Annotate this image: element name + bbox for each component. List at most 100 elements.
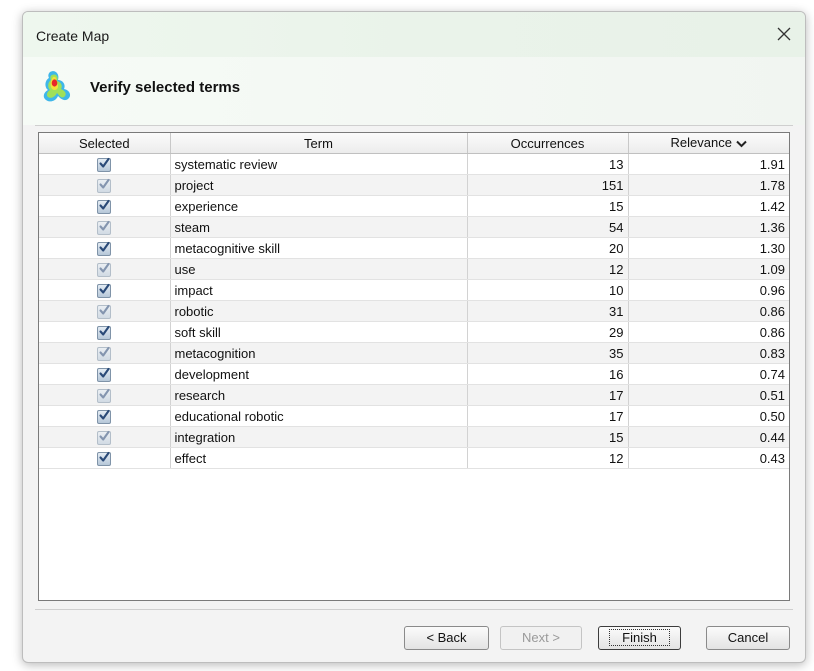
occurrences-cell: 15	[467, 195, 629, 217]
relevance-cell: 1.09	[628, 258, 789, 280]
table-row[interactable]: steam 54 1.36	[39, 216, 789, 238]
relevance-cell: 0.50	[628, 405, 789, 427]
relevance-cell: 0.83	[628, 342, 789, 364]
title-bar: Create Map	[23, 12, 805, 57]
table-row[interactable]: use 12 1.09	[39, 258, 789, 280]
checkbox-checked-icon[interactable]	[97, 430, 112, 445]
selected-cell[interactable]	[39, 426, 171, 448]
checkbox-checked-icon[interactable]	[97, 199, 112, 214]
term-cell: integration	[170, 426, 468, 448]
column-header-term[interactable]: Term	[170, 133, 468, 154]
table-row[interactable]: research 17 0.51	[39, 384, 789, 406]
checkbox-checked-icon[interactable]	[97, 367, 112, 382]
table-row[interactable]: metacognition 35 0.83	[39, 342, 789, 364]
term-cell: project	[170, 174, 468, 196]
occurrences-cell: 29	[467, 321, 629, 343]
relevance-cell: 1.30	[628, 237, 789, 259]
checkbox-checked-icon[interactable]	[97, 283, 112, 298]
relevance-cell: 1.78	[628, 174, 789, 196]
checkbox-checked-icon[interactable]	[97, 220, 112, 235]
relevance-cell: 1.36	[628, 216, 789, 238]
occurrences-cell: 20	[467, 237, 629, 259]
relevance-cell: 0.44	[628, 426, 789, 448]
vosviewer-map-icon	[40, 68, 76, 106]
column-header-relevance[interactable]: Relevance	[628, 133, 789, 154]
cancel-button[interactable]: Cancel	[706, 626, 790, 650]
selected-cell[interactable]	[39, 216, 171, 238]
finish-button-label: Finish	[609, 629, 670, 646]
column-header-selected[interactable]: Selected	[39, 133, 171, 154]
checkbox-checked-icon[interactable]	[97, 451, 112, 466]
column-header-occurrences[interactable]: Occurrences	[467, 133, 629, 154]
wizard-header: Verify selected terms	[23, 57, 805, 125]
table-row[interactable]: educational robotic 17 0.50	[39, 405, 789, 427]
table-row[interactable]: metacognitive skill 20 1.30	[39, 237, 789, 259]
term-cell: experience	[170, 195, 468, 217]
term-cell: robotic	[170, 300, 468, 322]
occurrences-cell: 35	[467, 342, 629, 364]
checkbox-checked-icon[interactable]	[97, 304, 112, 319]
checkbox-checked-icon[interactable]	[97, 262, 112, 277]
header-divider	[35, 125, 793, 126]
table-row[interactable]: impact 10 0.96	[39, 279, 789, 301]
selected-cell[interactable]	[39, 342, 171, 364]
occurrences-cell: 12	[467, 258, 629, 280]
term-cell: research	[170, 384, 468, 406]
occurrences-cell: 15	[467, 426, 629, 448]
term-cell: metacognition	[170, 342, 468, 364]
table-row[interactable]: project 151 1.78	[39, 174, 789, 196]
occurrences-cell: 17	[467, 405, 629, 427]
checkbox-checked-icon[interactable]	[97, 346, 112, 361]
table-row[interactable]: soft skill 29 0.86	[39, 321, 789, 343]
terms-table: Selected Term Occurrences Relevance syst…	[39, 133, 789, 469]
checkbox-checked-icon[interactable]	[97, 157, 112, 172]
selected-cell[interactable]	[39, 258, 171, 280]
occurrences-cell: 12	[467, 447, 629, 469]
selected-cell[interactable]	[39, 384, 171, 406]
finish-button[interactable]: Finish	[598, 626, 681, 650]
relevance-cell: 0.96	[628, 279, 789, 301]
selected-cell[interactable]	[39, 363, 171, 385]
occurrences-cell: 17	[467, 384, 629, 406]
term-cell: metacognitive skill	[170, 237, 468, 259]
table-row[interactable]: experience 15 1.42	[39, 195, 789, 217]
selected-cell[interactable]	[39, 300, 171, 322]
table-header-row: Selected Term Occurrences Relevance	[39, 133, 789, 154]
chevron-down-icon	[736, 136, 747, 151]
footer-divider	[35, 609, 793, 610]
occurrences-cell: 151	[467, 174, 629, 196]
term-cell: development	[170, 363, 468, 385]
close-icon[interactable]	[775, 25, 793, 43]
terms-table-container[interactable]: Selected Term Occurrences Relevance syst…	[38, 132, 790, 601]
selected-cell[interactable]	[39, 447, 171, 469]
column-header-relevance-label: Relevance	[670, 134, 732, 150]
selected-cell[interactable]	[39, 405, 171, 427]
selected-cell[interactable]	[39, 195, 171, 217]
relevance-cell: 0.51	[628, 384, 789, 406]
selected-cell[interactable]	[39, 237, 171, 259]
next-button[interactable]: Next >	[500, 626, 582, 650]
selected-cell[interactable]	[39, 279, 171, 301]
relevance-cell: 0.86	[628, 300, 789, 322]
back-button[interactable]: < Back	[404, 626, 489, 650]
occurrences-cell: 16	[467, 363, 629, 385]
checkbox-checked-icon[interactable]	[97, 178, 112, 193]
selected-cell[interactable]	[39, 174, 171, 196]
table-row[interactable]: development 16 0.74	[39, 363, 789, 385]
table-row[interactable]: integration 15 0.44	[39, 426, 789, 448]
relevance-cell: 0.86	[628, 321, 789, 343]
checkbox-checked-icon[interactable]	[97, 409, 112, 424]
table-row[interactable]: robotic 31 0.86	[39, 300, 789, 322]
table-row[interactable]: effect 12 0.43	[39, 447, 789, 469]
selected-cell[interactable]	[39, 153, 171, 175]
relevance-cell: 0.43	[628, 447, 789, 469]
term-cell: effect	[170, 447, 468, 469]
occurrences-cell: 10	[467, 279, 629, 301]
table-row[interactable]: systematic review 13 1.91	[39, 153, 789, 175]
selected-cell[interactable]	[39, 321, 171, 343]
term-cell: steam	[170, 216, 468, 238]
checkbox-checked-icon[interactable]	[97, 325, 112, 340]
occurrences-cell: 31	[467, 300, 629, 322]
checkbox-checked-icon[interactable]	[97, 241, 112, 256]
checkbox-checked-icon[interactable]	[97, 388, 112, 403]
